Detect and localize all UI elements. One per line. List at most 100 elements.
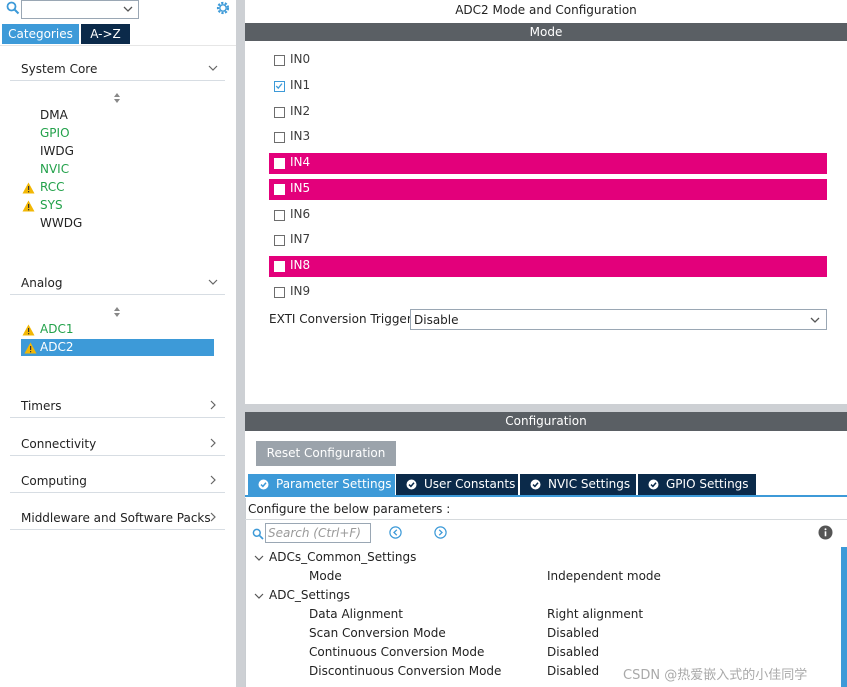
tab-underline	[245, 495, 847, 497]
tab-nvic-settings[interactable]: NVIC Settings	[520, 474, 636, 495]
channel-checkbox[interactable]	[274, 210, 285, 221]
previous-match-icon[interactable]	[389, 526, 402, 539]
param-value-mode[interactable]: Independent mode	[547, 567, 661, 586]
channel-checkbox[interactable]	[274, 158, 285, 169]
param-value-data-alignment[interactable]: Right alignment	[547, 605, 643, 624]
divider	[245, 519, 847, 520]
channel-label: IN8	[290, 258, 311, 272]
configuration-section-header: Configuration	[245, 412, 847, 431]
tab-user-constants[interactable]: User Constants	[396, 474, 518, 495]
category-label: Computing	[21, 474, 87, 488]
list-item-wwdg[interactable]: WWDG	[40, 215, 82, 232]
channel-row-in1[interactable]: IN1	[269, 76, 827, 97]
chevron-down-icon	[208, 279, 218, 285]
channel-checkbox[interactable]	[274, 132, 285, 143]
channel-checkbox[interactable]	[274, 235, 285, 246]
chevron-right-icon	[210, 475, 216, 485]
channel-row-in5[interactable]: IN5	[269, 179, 827, 200]
channel-row-in4[interactable]: IN4	[269, 153, 827, 174]
component-search-row	[0, 0, 236, 20]
next-match-icon[interactable]	[434, 526, 447, 539]
channel-label: IN3	[290, 129, 311, 143]
info-icon[interactable]	[818, 525, 833, 540]
right-panel: ADC2 Mode and Configuration Mode IN0 IN1…	[245, 0, 847, 687]
channel-row-in3[interactable]: IN3	[269, 127, 827, 148]
param-value-continuous-conversion-mode[interactable]: Disabled	[547, 643, 599, 662]
channel-row-in9[interactable]: IN9	[269, 282, 827, 303]
channel-row-in7[interactable]: IN7	[269, 230, 827, 251]
category-label: Timers	[21, 399, 62, 413]
param-label-continuous-conversion-mode[interactable]: Continuous Conversion Mode	[309, 643, 484, 662]
sort-updown-icon[interactable]	[113, 306, 121, 318]
param-label-mode[interactable]: Mode	[309, 567, 342, 586]
parameter-search-placeholder: Search (Ctrl+F)	[268, 526, 361, 540]
category-analog[interactable]: Analog	[10, 273, 225, 295]
vertical-scrollbar[interactable]	[841, 547, 847, 687]
channel-checkbox[interactable]	[274, 107, 285, 118]
tab-categories[interactable]: Categories	[2, 24, 79, 44]
param-value-discontinuous-conversion-mode[interactable]: Disabled	[547, 662, 599, 681]
chevron-down-icon[interactable]	[254, 553, 264, 563]
channel-checkbox[interactable]	[274, 81, 285, 92]
channel-row-in8[interactable]: IN8	[269, 256, 827, 277]
list-item-nvic[interactable]: NVIC	[40, 161, 69, 178]
category-label: Middleware and Software Packs	[21, 511, 211, 525]
channel-row-in2[interactable]: IN2	[269, 102, 827, 123]
tree-group-adcs-common-settings[interactable]: ADCs_Common_Settings	[269, 548, 416, 567]
list-item-adc1[interactable]: ADC1	[40, 321, 73, 338]
category-computing[interactable]: Computing	[10, 471, 225, 493]
tab-label: User Constants	[424, 477, 516, 491]
category-timers[interactable]: Timers	[10, 396, 225, 418]
left-panel: Categories A->Z System Core DMA GPIO IWD…	[0, 0, 236, 687]
channel-row-in6[interactable]: IN6	[269, 205, 827, 226]
channel-checkbox[interactable]	[274, 261, 285, 272]
tab-gpio-settings[interactable]: GPIO Settings	[638, 474, 756, 495]
category-middleware[interactable]: Middleware and Software Packs	[10, 508, 225, 530]
tab-parameter-settings[interactable]: Parameter Settings	[248, 474, 395, 495]
warning-icon	[24, 342, 37, 354]
list-item-adc2[interactable]: ADC2	[40, 339, 73, 356]
category-connectivity[interactable]: Connectivity	[10, 434, 225, 456]
exti-trigger-select[interactable]: Disable	[410, 309, 827, 330]
channel-row-in0[interactable]: IN0	[269, 50, 827, 71]
chevron-down-icon[interactable]	[123, 4, 133, 14]
sort-updown-icon[interactable]	[113, 92, 121, 104]
tab-label: GPIO Settings	[666, 477, 749, 491]
param-label-discontinuous-conversion-mode[interactable]: Discontinuous Conversion Mode	[309, 662, 501, 681]
channel-label: IN6	[290, 207, 311, 221]
parameter-search-input[interactable]: Search (Ctrl+F)	[265, 523, 371, 543]
mode-section-header: Mode	[245, 23, 847, 41]
chevron-right-icon	[210, 512, 216, 522]
panel-splitter[interactable]	[245, 404, 847, 412]
list-item-gpio[interactable]: GPIO	[40, 125, 70, 142]
channel-label: IN7	[290, 232, 311, 246]
component-search-input[interactable]	[21, 0, 139, 19]
warning-icon	[22, 324, 35, 336]
category-system-core[interactable]: System Core	[10, 59, 225, 81]
channel-checkbox[interactable]	[274, 184, 285, 195]
gear-icon[interactable]	[215, 0, 231, 16]
warning-icon	[22, 182, 35, 194]
param-label-scan-conversion-mode[interactable]: Scan Conversion Mode	[309, 624, 446, 643]
warning-icon	[22, 200, 35, 212]
param-label-data-alignment[interactable]: Data Alignment	[309, 605, 403, 624]
tree-group-adc-settings[interactable]: ADC_Settings	[269, 586, 350, 605]
chevron-down-icon[interactable]	[254, 591, 264, 601]
reset-configuration-button[interactable]: Reset Configuration	[256, 441, 396, 466]
list-item-dma[interactable]: DMA	[40, 107, 68, 124]
tab-label: NVIC Settings	[548, 477, 631, 491]
list-item-sys[interactable]: SYS	[40, 197, 63, 214]
tab-label: Parameter Settings	[276, 477, 392, 491]
category-label: Connectivity	[21, 437, 97, 451]
list-item-rcc[interactable]: RCC	[40, 179, 65, 196]
list-item-iwdg[interactable]: IWDG	[40, 143, 74, 160]
search-icon	[6, 1, 20, 15]
channel-checkbox[interactable]	[274, 55, 285, 66]
exti-trigger-label: EXTI Conversion Trigger	[269, 312, 412, 326]
panel-splitter[interactable]	[236, 0, 245, 687]
tab-a-to-z[interactable]: A->Z	[81, 24, 130, 44]
check-circle-icon	[258, 479, 269, 490]
param-value-scan-conversion-mode[interactable]: Disabled	[547, 624, 599, 643]
channel-checkbox[interactable]	[274, 287, 285, 298]
checkmark-icon	[275, 83, 283, 90]
